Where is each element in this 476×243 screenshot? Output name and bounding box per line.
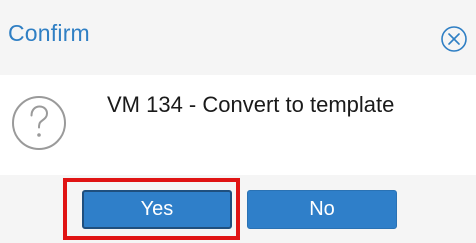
- yes-button[interactable]: Yes: [82, 190, 232, 229]
- dialog-body: VM 134 - Convert to template: [0, 75, 476, 175]
- dialog-title: Confirm: [8, 20, 90, 46]
- dialog-header: Confirm: [0, 0, 476, 75]
- close-button[interactable]: [440, 25, 468, 53]
- dialog-message: VM 134 - Convert to template: [107, 92, 395, 117]
- question-icon: [10, 94, 68, 152]
- confirm-dialog: Confirm VM 134 - Convert to template Yes…: [0, 0, 476, 243]
- no-button[interactable]: No: [247, 190, 397, 229]
- close-circle-icon: [441, 26, 467, 52]
